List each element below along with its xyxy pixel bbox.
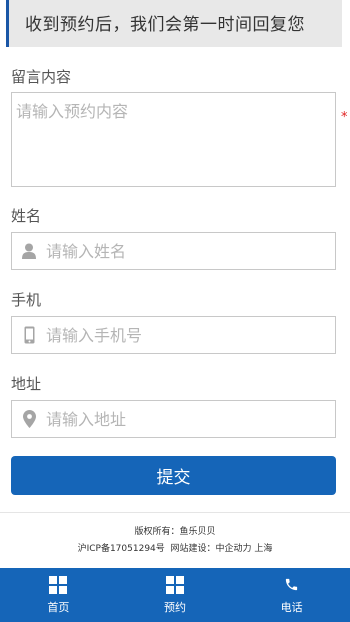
name-field (11, 232, 336, 270)
nav-booking-label: 预约 (164, 600, 186, 614)
phone-label: 手机 (11, 291, 42, 309)
nav-home[interactable]: 首页 (0, 568, 117, 622)
submit-button[interactable]: 提交 (11, 456, 336, 495)
nav-booking[interactable]: 预约 (117, 568, 234, 622)
address-input[interactable] (46, 409, 316, 429)
footer-credits: 沪ICP备17051294号 网站建设：中企动力 上海 (0, 541, 350, 554)
message-textarea[interactable] (12, 93, 335, 186)
notice-text: 收到预约后，我们会第一时间回复您 (25, 15, 305, 35)
message-label: 留言内容 (11, 68, 72, 86)
name-input[interactable] (46, 241, 316, 261)
user-icon (12, 243, 46, 259)
message-textarea-wrapper (11, 92, 336, 187)
grid-icon (166, 575, 184, 594)
phone-icon (284, 576, 299, 594)
copyright-text: 版权所有：鱼乐贝贝 (134, 527, 216, 537)
address-label: 地址 (11, 375, 42, 393)
required-mark: * (341, 110, 348, 125)
icp-text: 沪ICP备17051294号 (77, 544, 165, 554)
grid-icon (49, 575, 68, 594)
footer-divider (0, 512, 350, 513)
bottom-nav: 首页 预约 电话 (0, 568, 350, 622)
address-field (11, 400, 336, 438)
mobile-phone-icon (12, 326, 46, 344)
nav-home-label: 首页 (47, 600, 70, 614)
phone-field (11, 316, 336, 354)
phone-input[interactable] (46, 325, 316, 345)
name-label: 姓名 (11, 207, 42, 225)
nav-phone[interactable]: 电话 (233, 568, 350, 622)
builder-text: 网站建设：中企动力 上海 (170, 544, 273, 554)
notice-banner: 收到预约后，我们会第一时间回复您 (6, 0, 342, 47)
nav-phone-label: 电话 (280, 600, 303, 614)
location-pin-icon (12, 410, 46, 428)
